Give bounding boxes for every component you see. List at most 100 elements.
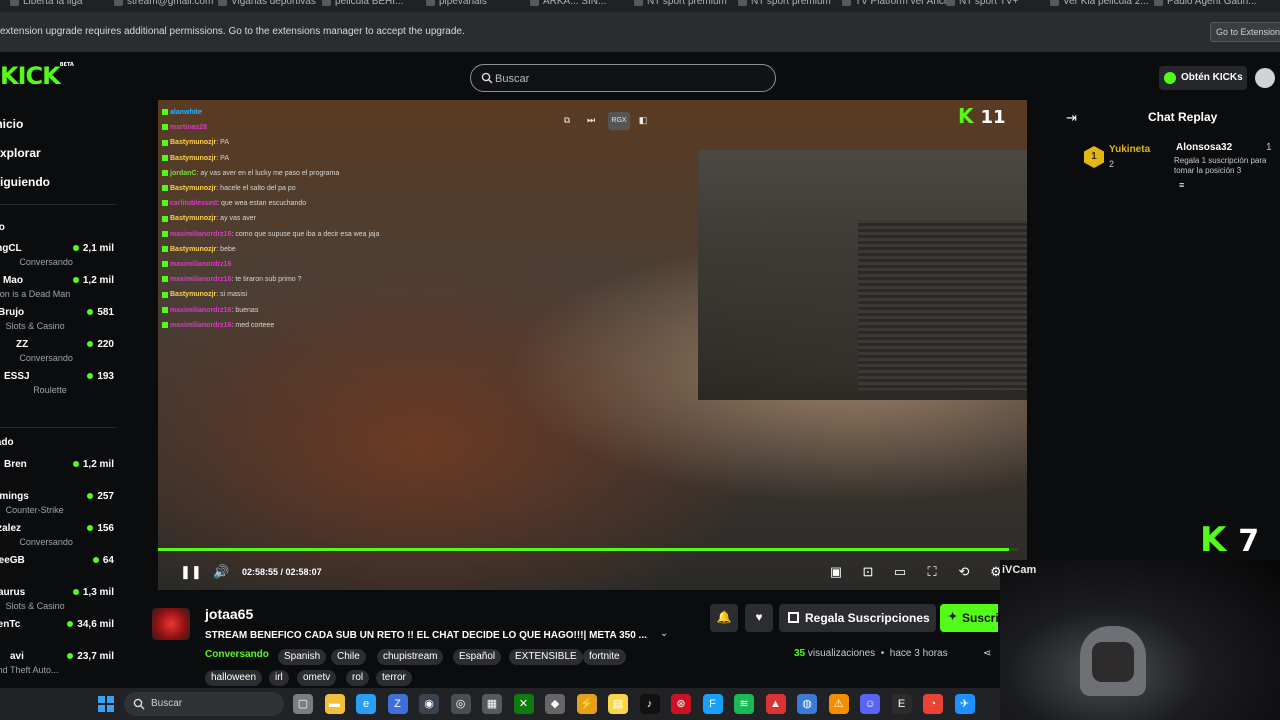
- stream-category[interactable]: Conversando: [205, 649, 269, 660]
- live-dot-icon: [87, 493, 94, 500]
- task-view-icon[interactable]: ▢: [293, 694, 313, 714]
- stream-tag[interactable]: rol: [346, 670, 370, 686]
- sidebar-nav-item[interactable]: Siguiendo: [0, 175, 50, 189]
- channel-avatar[interactable]: [152, 608, 190, 640]
- chrome-icon[interactable]: ◔: [923, 694, 943, 714]
- stream-tag[interactable]: EXTENSIBLE: [509, 649, 583, 665]
- stream-tag[interactable]: chupistream: [377, 649, 444, 665]
- search-input[interactable]: [495, 70, 765, 88]
- app-icon[interactable]: ◆: [545, 694, 565, 714]
- overlay-chat-message: Bastymunozjr: hacele el salto del pa po: [162, 185, 296, 192]
- sidebar-channel[interactable]: Bren 1,2 mil: [0, 459, 118, 489]
- bookmark-item[interactable]: ARKA... SIN...: [530, 0, 606, 7]
- bell-icon[interactable]: 🔔: [710, 604, 738, 632]
- fullscreen-icon[interactable]: ⛶: [924, 564, 940, 580]
- bookmark-item[interactable]: stream@gmail.com: [114, 0, 213, 7]
- app-icon[interactable]: Z: [387, 694, 408, 714]
- skip-icon[interactable]: ⏭: [582, 112, 600, 130]
- go-to-extensions-button[interactable]: Go to Extensions: [1210, 22, 1280, 42]
- leader-username[interactable]: Yukineta: [1109, 144, 1150, 155]
- subscribe-button[interactable]: ✦ Suscribirse: [940, 604, 998, 632]
- video-player[interactable]: alanwhite martinas28 Bastymunozjr: PA Basty…: [158, 100, 1027, 590]
- epic-games-icon[interactable]: E: [891, 694, 912, 714]
- file-explorer-icon[interactable]: ▬: [324, 694, 345, 714]
- rgx-button[interactable]: RGX: [608, 112, 630, 130]
- collapse-chat-icon[interactable]: ⇥: [1066, 110, 1077, 126]
- pause-icon[interactable]: ❚❚: [180, 564, 202, 580]
- vlc-icon[interactable]: ⚠: [828, 694, 849, 714]
- steam-icon[interactable]: ◉: [419, 694, 439, 714]
- sidebar-nav-item[interactable]: Explorar: [0, 146, 41, 160]
- sidebar-channel[interactable]: Brujo Slots & Casino 581: [0, 307, 118, 337]
- volume-icon[interactable]: 🔊: [213, 564, 229, 580]
- sidebar-channel[interactable]: Westcol Mao Red Dead Redemption is a Dead…: [0, 275, 118, 305]
- channel-category: Counter-Strike: [5, 505, 64, 515]
- stream-tag[interactable]: ometv: [297, 670, 337, 686]
- discord-icon[interactable]: ☺: [860, 694, 880, 714]
- store-icon[interactable]: ▦: [482, 694, 502, 714]
- sidebar-nav-item[interactable]: Inicio: [0, 117, 23, 131]
- stream-tag[interactable]: terror: [376, 670, 412, 686]
- sidebar-channel[interactable]: ZZ Conversando 220: [0, 339, 118, 369]
- bookmark-item[interactable]: TV Platform ver Ahch: [842, 0, 949, 7]
- video-progress-bar[interactable]: [158, 548, 1018, 551]
- sidebar-channel[interactable]: avi Grand Theft Auto... 23,7 mil: [0, 651, 118, 681]
- stream-tag[interactable]: halloween: [205, 670, 263, 686]
- bookmark-item[interactable]: pelicula BEHI...: [322, 0, 403, 7]
- sidebar-channel[interactable]: tteeGB 64: [0, 555, 118, 585]
- app-icon[interactable]: ▲: [765, 694, 786, 714]
- sidebar-toggle-icon[interactable]: ◧: [634, 112, 652, 130]
- sidebar-channel[interactable]: Gamings Counter-Strike 257: [0, 491, 118, 521]
- channel-name[interactable]: jotaa65: [205, 606, 253, 622]
- second-username[interactable]: Alonsosa32: [1176, 142, 1232, 153]
- app-icon[interactable]: ⚡: [576, 694, 597, 714]
- app-icon[interactable]: ⊛: [671, 694, 691, 714]
- heart-icon[interactable]: ♥: [745, 604, 773, 632]
- sticky-notes-icon[interactable]: ▤: [608, 694, 628, 714]
- sidebar-channel[interactable]: tivenTc 34,6 mil: [0, 619, 118, 649]
- sidebar-channel[interactable]: ElRubiusingCL Conversando 2,1 mil: [0, 243, 118, 273]
- user-avatar[interactable]: [1255, 68, 1275, 88]
- bookmark-item[interactable]: NT sport premium: [634, 0, 727, 7]
- expand-leaderboard-icon[interactable]: ≡: [1179, 180, 1184, 190]
- stream-tag[interactable]: Español: [453, 649, 502, 665]
- search-box[interactable]: [470, 64, 776, 92]
- sidebar-channel[interactable]: aurus Slots & Casino 1,3 mil: [0, 587, 118, 617]
- figma-icon[interactable]: F: [702, 694, 723, 714]
- spotify-icon[interactable]: ≋: [734, 694, 754, 714]
- obs-icon[interactable]: ◎: [450, 694, 471, 714]
- viewer-count: 156: [87, 523, 114, 534]
- bookmark-item[interactable]: Ver Kia pelicula 2...: [1050, 0, 1149, 7]
- bookmark-item[interactable]: Viganas deportivas: [218, 0, 316, 7]
- app-icon[interactable]: ◍: [797, 694, 817, 714]
- stream-tag[interactable]: Spanish: [278, 649, 327, 665]
- app-icon[interactable]: ✈: [954, 694, 975, 714]
- share-icon[interactable]: ⋖: [983, 648, 991, 659]
- xbox-icon[interactable]: ✕: [513, 694, 534, 714]
- theater-mode-icon[interactable]: ▭: [892, 564, 908, 580]
- tiktok-icon[interactable]: ♪: [639, 694, 660, 714]
- sidebar-channel[interactable]: malegonzalez Conversando 156: [0, 523, 118, 553]
- bookmark-item[interactable]: NT sport premium: [738, 0, 831, 7]
- kick-logo[interactable]: KICKBETA: [0, 62, 74, 90]
- chat-badge-icon: [162, 185, 168, 192]
- gift-subs-button[interactable]: Regala Suscripciones: [779, 604, 936, 632]
- rewind-icon[interactable]: ⟲: [956, 564, 972, 580]
- bookmark-item[interactable]: Padlo Agent Gaun...: [1154, 0, 1257, 7]
- stream-tag[interactable]: Chile: [331, 649, 366, 665]
- taskbar-search[interactable]: Buscar: [124, 692, 284, 716]
- stream-tag[interactable]: fortnite: [583, 649, 626, 665]
- bookmark-item[interactable]: pipevanals: [426, 0, 487, 7]
- stream-tag[interactable]: irl: [269, 670, 289, 686]
- get-kicks-button[interactable]: Obtén KICKs: [1159, 66, 1247, 90]
- chevron-down-icon[interactable]: ⌄: [660, 628, 668, 639]
- channel-name: ZZ: [16, 339, 29, 350]
- edge-icon[interactable]: e: [356, 694, 376, 714]
- pip-icon[interactable]: ⊡: [860, 564, 876, 580]
- bookmark-item[interactable]: Liberta la liga: [10, 0, 82, 7]
- sidebar-channel[interactable]: ESSJ Roulette 193: [0, 371, 118, 401]
- windows-start-icon[interactable]: [98, 696, 114, 712]
- popout-icon[interactable]: ⧉: [558, 112, 576, 130]
- bookmark-item[interactable]: NT sport TV+: [946, 0, 1018, 7]
- miniplayer-icon[interactable]: ▣: [828, 564, 844, 580]
